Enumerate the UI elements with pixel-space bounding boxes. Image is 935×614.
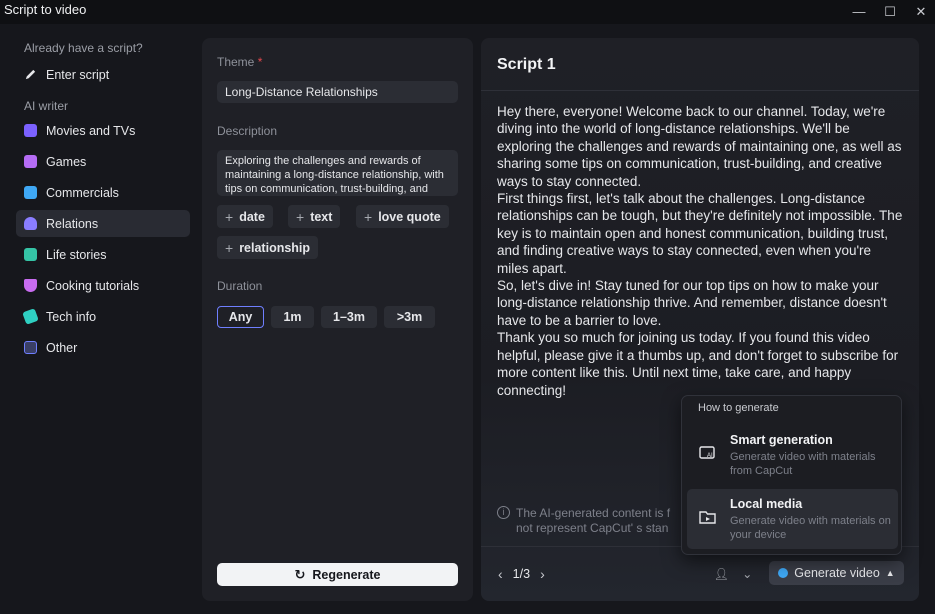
option-title: Smart generation [730,433,833,447]
tag-label: love quote [378,209,441,224]
sidebar-item-label: Other [46,340,78,355]
refresh-icon: ↻ [294,566,306,582]
menu-header: How to generate [698,402,779,414]
tag-text[interactable]: + text [288,205,341,228]
script-paragraph: Thank you so much for joining us today. … [497,330,899,398]
prev-page-icon[interactable]: ‹ [498,566,503,582]
option-title: Local media [730,497,803,511]
tag-label: relationship [239,240,311,255]
sidebar-item-movies[interactable]: Movies and TVs [16,117,190,144]
local-media-option[interactable]: Local media Generate video with material… [687,489,898,549]
pencil-icon [25,69,36,80]
theme-input[interactable]: Long-Distance Relationships [217,81,458,103]
script-title: Script 1 [497,56,556,73]
plus-icon: + [225,239,234,256]
option-description: Generate video with materials on your de… [730,515,891,541]
enter-script-label: Enter script [46,67,110,82]
sidebar-item-label: Relations [46,216,99,231]
sidebar-item-relations[interactable]: Relations [16,210,190,237]
plus-icon: + [225,208,234,225]
main-area: Already have a script? Enter script AI w… [0,24,935,614]
sidebar-item-cooking[interactable]: Cooking tutorials [16,272,190,299]
ai-generate-icon: AI [699,446,715,459]
sidebar-item-label: Tech info [46,309,97,324]
chevron-up-icon: ▲ [885,568,895,578]
life-stories-icon [24,248,37,261]
theme-label-text: Theme [217,55,255,69]
sidebar-item-tech[interactable]: Tech info [16,303,190,330]
ai-disclaimer-text: The AI-generated content is f not repres… [516,506,671,535]
duration-1m[interactable]: 1m [271,306,314,328]
script-paragraph: First things first, let's talk about the… [497,191,903,276]
tech-icon [22,308,39,325]
sidebar-item-label: Games [46,154,87,169]
close-button[interactable]: ✕ [912,3,930,21]
how-to-generate-menu: How to generate AI Smart generation Gene… [681,395,902,555]
already-have-script-label: Already have a script? [24,41,143,55]
folder-media-icon [699,511,716,524]
sidebar-item-life-stories[interactable]: Life stories [16,241,190,268]
option-description: Generate video with materials from CapCu… [730,451,876,477]
plus-icon: + [364,208,373,225]
chevron-down-icon: ⌄ [742,567,753,581]
sidebar-item-label: Commercials [46,185,119,200]
generate-video-label: Generate video [794,566,880,580]
script-paragraph: So, let's dive in! Stay tuned for our to… [497,278,887,328]
regenerate-button[interactable]: ↻ Regenerate [217,563,458,586]
info-icon: i [497,506,510,519]
svg-text:AI: AI [707,453,713,459]
script-paragraph: Hey there, everyone! Welcome back to our… [497,104,902,189]
maximize-button[interactable]: ☐ [881,3,899,21]
theme-label: Theme * [217,55,262,69]
duration-1-3m[interactable]: 1–3m [321,306,377,328]
script-settings-panel: Theme * Long-Distance Relationships Desc… [202,38,473,601]
sidebar-item-commercials[interactable]: Commercials [16,179,190,206]
tag-label: text [310,209,333,224]
relations-icon [24,217,37,230]
script-text[interactable]: Hey there, everyone! Welcome back to our… [497,103,905,399]
description-input[interactable]: Exploring the challenges and rewards of … [217,150,458,196]
sidebar-item-label: Cooking tutorials [46,278,140,293]
divider [481,90,919,91]
regenerate-label: Regenerate [312,567,381,582]
cooking-icon [24,279,37,292]
duration-over-3m[interactable]: >3m [384,306,435,328]
tag-love-quote[interactable]: + love quote [356,205,449,228]
description-label: Description [217,124,278,138]
required-mark: * [257,55,263,69]
plus-icon: + [296,208,305,225]
script-pager: ‹ 1/3 › [498,566,545,582]
enter-script-button[interactable]: Enter script [16,61,190,88]
voice-icon: 👤︎ [713,567,729,581]
generate-video-button[interactable]: Generate video ▲ [769,561,904,585]
smart-generation-option[interactable]: AI Smart generation Generate video with … [687,425,898,485]
other-icon [24,341,37,354]
title-bar: Script to video — ☐ ✕ [0,0,935,24]
movies-icon [24,124,37,137]
sidebar-item-label: Life stories [46,247,107,262]
sidebar-item-label: Movies and TVs [46,123,136,138]
sidebar-item-other[interactable]: Other [16,334,190,361]
duration-any[interactable]: Any [217,306,264,328]
window-title: Script to video [4,2,87,17]
page-indicator: 1/3 [512,567,531,581]
tag-relationship[interactable]: + relationship [217,236,319,259]
ai-disclaimer: i The AI-generated content is f not repr… [497,506,687,536]
tag-date[interactable]: + date [217,205,273,228]
voice-select-button[interactable]: 👤︎ ⌄ [707,562,759,586]
next-page-icon[interactable]: › [540,566,545,582]
commercials-icon [24,186,37,199]
ai-writer-label: AI writer [24,99,69,113]
sidebar-item-games[interactable]: Games [16,148,190,175]
games-icon [24,155,37,168]
tag-label: date [239,209,265,224]
minimize-button[interactable]: — [850,3,868,21]
capcut-icon [778,568,789,578]
duration-label: Duration [217,279,263,293]
